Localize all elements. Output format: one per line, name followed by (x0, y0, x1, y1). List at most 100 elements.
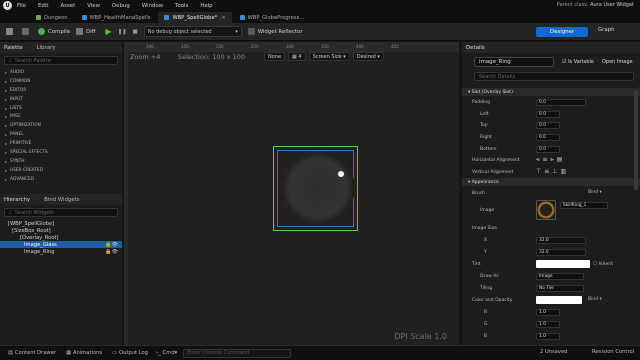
vertical-alignment-buttons[interactable]: ⊤≡⊥▥ (536, 168, 569, 175)
palette-category[interactable]: ▸ LISTS (0, 104, 122, 113)
section-appearance[interactable]: ▾ Appearance (462, 178, 640, 186)
color-g-value: 1.0 (539, 322, 546, 327)
widget-reflector-button[interactable]: Widget Reflector (247, 28, 303, 35)
draw-as-select[interactable]: Image (536, 273, 584, 280)
cmd-select[interactable]: ›_ Cmd ▾ (156, 350, 177, 356)
library-tab[interactable]: Library (37, 45, 56, 51)
parent-class-value[interactable]: Aura User Widget (590, 2, 634, 8)
palette-category[interactable]: ▸ INPUT (0, 95, 122, 104)
inherit-checkbox[interactable]: ☐ Inherit (593, 262, 613, 267)
details-search-input[interactable]: Search Details (474, 72, 634, 81)
menu-window[interactable]: Window (142, 3, 163, 9)
color-opacity-swatch[interactable] (536, 296, 582, 304)
wrap-mode-select[interactable]: None (264, 52, 286, 61)
image-thumbnail[interactable] (536, 200, 556, 220)
grid-snap-toggle[interactable]: ▦ 4 (288, 52, 306, 61)
visibility-eye-icon[interactable]: 🔒👁 (105, 242, 118, 248)
animations-button[interactable]: ▦ Animations (66, 350, 102, 356)
palette-category-label: INPUT (10, 96, 23, 102)
designer-button[interactable]: Designer (536, 27, 588, 37)
color-b-input[interactable]: 1.0 (536, 333, 560, 340)
widget-name-input[interactable]: Image_Ring (474, 57, 554, 67)
image-size-x-input[interactable]: 32.0 (536, 237, 586, 244)
output-log-button[interactable]: ▭ Output Log (112, 350, 148, 356)
padding-input[interactable]: 0.0 (536, 99, 586, 106)
image-asset-picker[interactable]: SkillRing_1 (560, 202, 608, 209)
color-r-input[interactable]: 1.0 (536, 309, 560, 316)
padding-top-input[interactable]: 0.0 (536, 122, 560, 129)
palette-category[interactable]: ▸ OPTIMIZATION (0, 121, 122, 130)
tree-item-image-ring[interactable]: Image_Ring 🔒👁 (0, 248, 122, 255)
padding-right-input[interactable]: 0.0 (536, 134, 560, 141)
designer-canvas[interactable]: 100 150 200 250 300 350 400 450 Zoom +4 Selecti… (124, 42, 459, 345)
menu-debug[interactable]: Debug (112, 3, 130, 9)
horizontal-alignment-buttons[interactable]: ⫷≡⫸▤ (536, 156, 565, 164)
palette-category[interactable]: ▸ USER CREATED (0, 166, 122, 175)
save-button[interactable] (6, 28, 16, 35)
palette-category[interactable]: ▸ MISC (0, 112, 122, 121)
pause-icon[interactable]: ❚❚ (118, 29, 127, 35)
hierarchy-search-input[interactable]: ⌕ Search Widgets (4, 208, 118, 217)
palette-search-input[interactable]: ⌕ Search Palette (4, 56, 118, 65)
revision-control-button[interactable]: Revision Control (592, 349, 634, 355)
unsaved-indicator[interactable]: 2 Unsaved (540, 349, 567, 355)
tab-dungeon[interactable]: Dungeon (30, 12, 74, 23)
open-image-button[interactable]: Open Image (602, 59, 633, 65)
palette-category[interactable]: ▸ SPECIAL EFFECTS (0, 148, 122, 157)
tree-item-overlay[interactable]: [Overlay_Root] (0, 234, 122, 241)
stop-icon[interactable]: ■ (133, 29, 138, 35)
tab-health-mana-spells[interactable]: WBP_HealthManaSpells (76, 12, 157, 23)
padding-bottom-input[interactable]: 0.0 (536, 146, 560, 153)
palette-category[interactable]: ▸ AUDIO (0, 68, 122, 77)
details-scrollbar[interactable] (634, 90, 638, 190)
menu-file[interactable]: File (17, 3, 26, 9)
palette-category[interactable]: ▸ COMMON (0, 77, 122, 86)
menu-asset[interactable]: Asset (60, 3, 75, 9)
content-drawer-button[interactable]: ▤ Content Drawer (8, 350, 56, 356)
hierarchy-tab[interactable]: Hierarchy (4, 197, 30, 203)
close-icon[interactable]: ✕ (221, 15, 225, 21)
compile-button[interactable]: Compile (38, 28, 70, 35)
palette-category[interactable]: ▸ ADVANCED (0, 175, 122, 184)
play-icon[interactable]: ▶ (105, 27, 111, 36)
bind-widgets-tab[interactable]: Bind Widgets (44, 197, 80, 203)
tint-color-swatch[interactable] (536, 260, 590, 268)
browse-button[interactable] (22, 28, 32, 35)
console-command-input[interactable]: Enter Console Command (183, 348, 292, 358)
color-opacity-label: Color and Opacity (472, 298, 513, 303)
padding-left-input[interactable]: 0.0 (536, 111, 560, 118)
menu-edit[interactable]: Edit (38, 3, 48, 9)
menu-view[interactable]: View (87, 3, 100, 9)
tree-item-root[interactable]: [WBP_SpellGlobe] (0, 220, 122, 227)
tree-item-sizebox[interactable]: [SizeBox_Root] (0, 227, 122, 234)
palette-tab[interactable]: Palette (4, 45, 23, 51)
graph-button[interactable]: Graph (598, 27, 615, 33)
palette-category[interactable]: ▸ PRIMITIVE (0, 139, 122, 148)
selected-widget-bounds[interactable] (277, 150, 355, 227)
section-slot[interactable]: ▾ Slot (Overlay Slot) (462, 88, 640, 96)
color-g-input[interactable]: 1.0 (536, 321, 560, 328)
tab-globe-progress[interactable]: WBP_GlobeProgress... (234, 12, 311, 23)
draw-as-value: Image (539, 274, 553, 279)
visibility-eye-icon[interactable]: 🔒👁 (105, 249, 118, 255)
palette-category[interactable]: ▸ EDITOR (0, 86, 122, 95)
color-bind-dropdown[interactable]: Bind ▾ (588, 297, 602, 302)
palette-category[interactable]: ▸ SYNTH (0, 157, 122, 166)
unreal-logo-icon[interactable]: U (3, 1, 12, 10)
menu-tools[interactable]: Tools (175, 3, 188, 9)
tab-spell-globe[interactable]: WBP_SpellGlobe* ✕ (158, 12, 232, 23)
widget-preview-bounds[interactable] (273, 146, 358, 231)
tiling-select[interactable]: No Tile (536, 285, 584, 292)
image-size-y-input[interactable]: 32.0 (536, 249, 586, 256)
bind-dropdown[interactable]: Bind ▾ (588, 190, 602, 195)
is-variable-checkbox[interactable]: ☑ Is Variable (562, 59, 594, 65)
tree-label: Image_Glass (24, 241, 57, 248)
diff-button[interactable]: Diff (76, 28, 95, 35)
screen-size-select[interactable]: Screen Size ▾ (308, 52, 350, 61)
bind-label: Bind (588, 190, 599, 195)
fill-mode-select[interactable]: Desired ▾ (352, 52, 384, 61)
palette-category[interactable]: ▸ PANEL (0, 130, 122, 139)
tree-item-image-glass[interactable]: Image_Glass 🔒👁 (0, 241, 122, 248)
debug-object-select[interactable]: No debug object selected ▾ (143, 26, 242, 37)
menu-help[interactable]: Help (200, 3, 212, 9)
